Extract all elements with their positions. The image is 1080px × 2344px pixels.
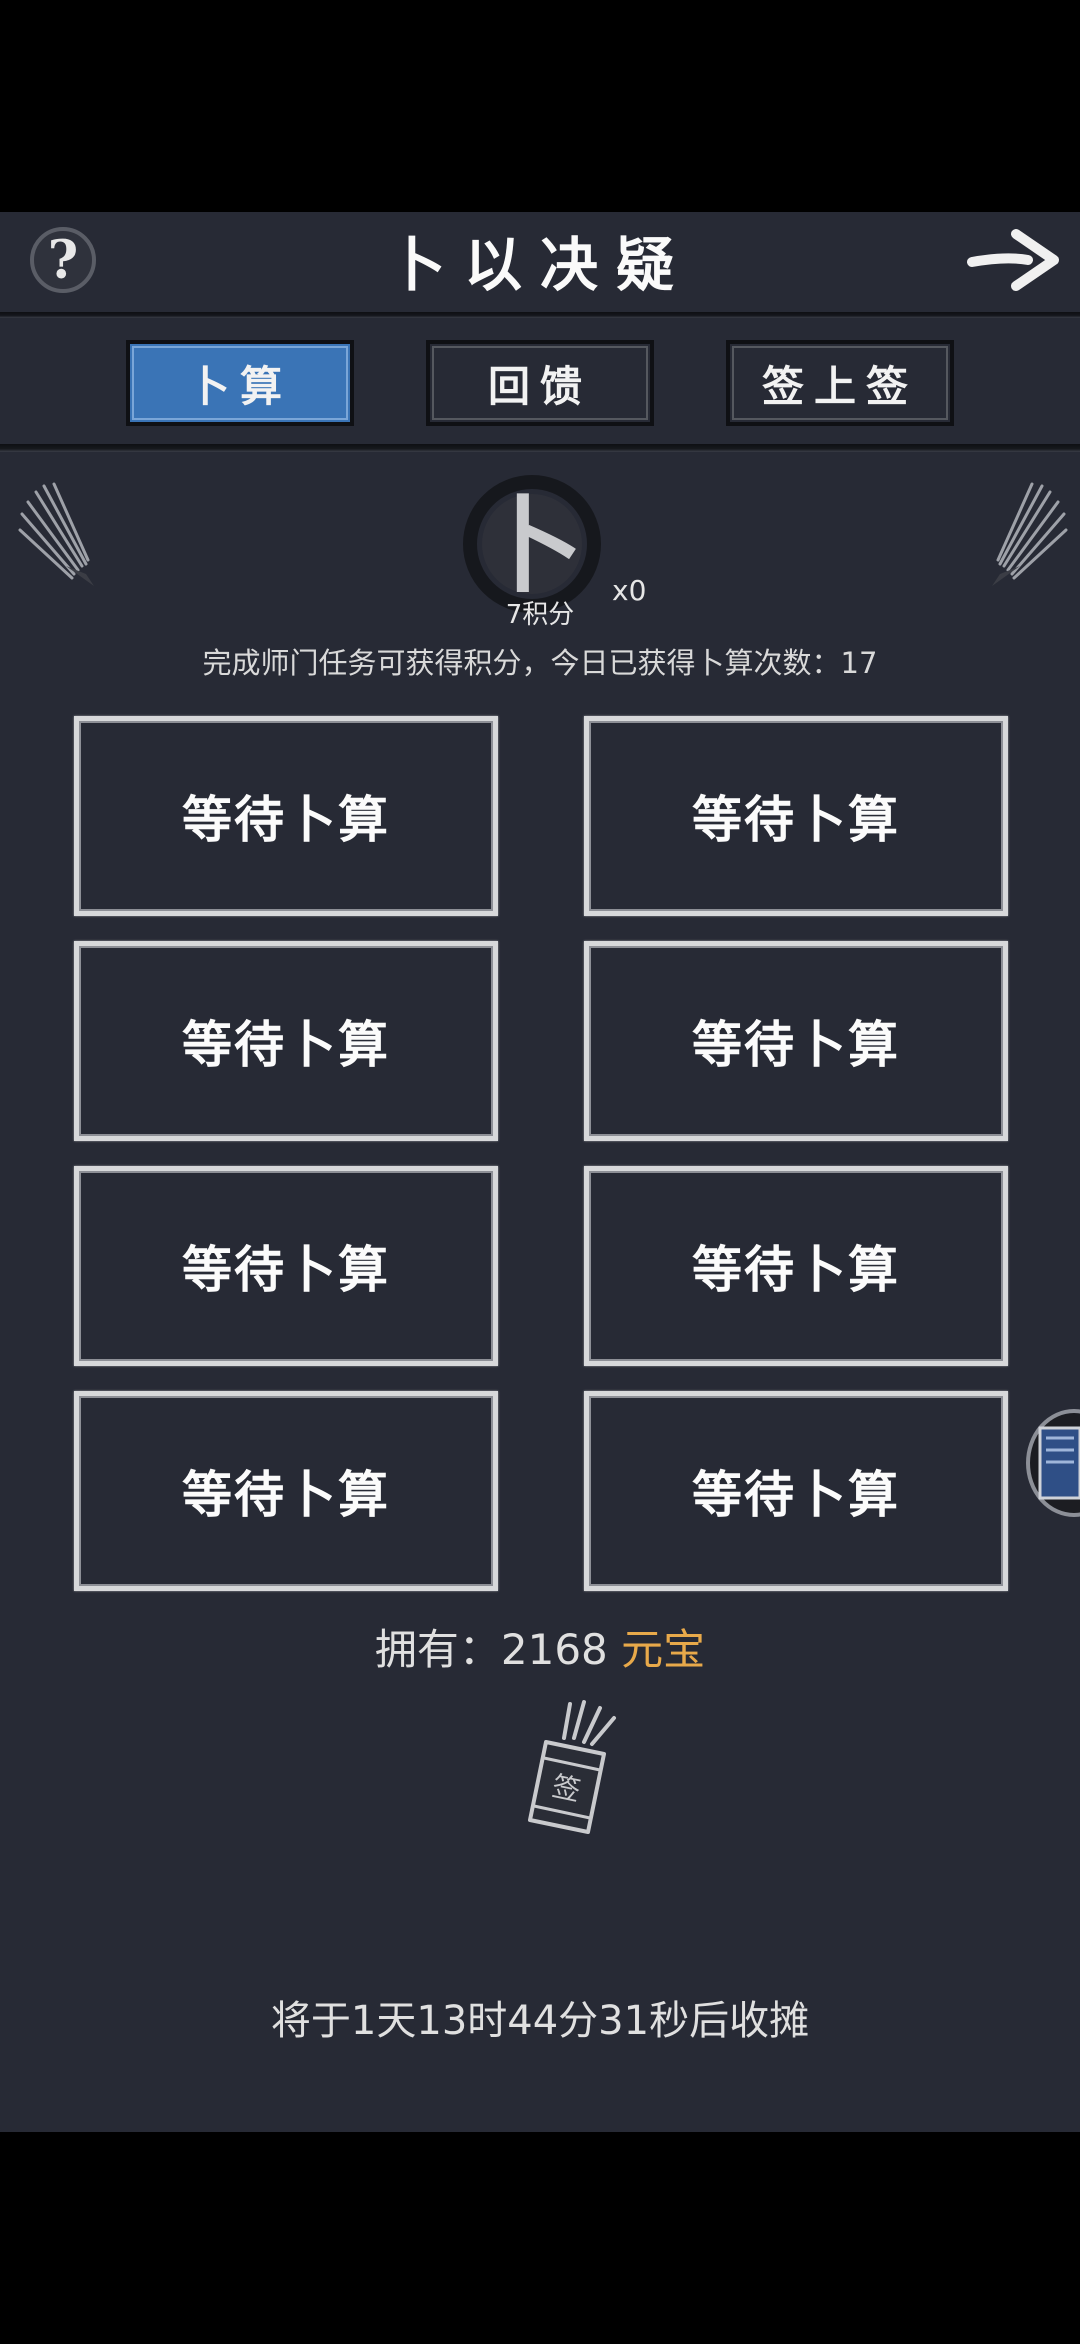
brush-left-icon: [18, 482, 94, 586]
divination-slot[interactable]: 等待卜算: [584, 716, 1008, 916]
multiplier-label: x0: [612, 574, 647, 607]
header-bar: ? 卜以决疑: [0, 212, 1080, 312]
currency-label: 拥有：: [374, 1625, 501, 1674]
divination-slot[interactable]: 等待卜算: [584, 1391, 1008, 1591]
info-text: 完成师门任务可获得积分，今日已获得卜算次数：17: [202, 646, 878, 680]
currency-unit: 元宝: [621, 1625, 706, 1674]
game-screen: ? 卜以决疑 卜算 回馈 签上签 卜 7积分 x0 完成师门任务可获得积分，今日…: [0, 212, 1080, 2132]
header-divider: [0, 312, 1080, 318]
divination-slot[interactable]: 等待卜算: [74, 1391, 498, 1591]
closing-timer: 将于1天13时44分31秒后收摊: [270, 1998, 810, 2044]
tab-lot-draw[interactable]: 签上签: [726, 340, 954, 426]
tab-feedback[interactable]: 回馈: [426, 340, 654, 426]
lot-tube-icon[interactable]: 签: [520, 1698, 630, 1838]
points-label: 7积分: [505, 600, 575, 630]
tab-divination[interactable]: 卜算: [126, 340, 354, 426]
currency-display: 拥有：2168 元宝: [0, 1616, 1080, 1677]
arrow-right-icon[interactable]: [966, 222, 1062, 298]
tabs-divider: [0, 444, 1080, 452]
scroll-book-icon[interactable]: [1024, 1408, 1080, 1518]
divination-slot[interactable]: 等待卜算: [584, 1166, 1008, 1366]
page-title: 卜以决疑: [387, 231, 692, 299]
divination-slot[interactable]: 等待卜算: [584, 941, 1008, 1141]
badge-char: 卜: [480, 484, 584, 607]
currency-amount: 2168: [500, 1625, 608, 1674]
divination-slot[interactable]: 等待卜算: [74, 1166, 498, 1366]
divination-slot[interactable]: 等待卜算: [74, 941, 498, 1141]
divination-slot[interactable]: 等待卜算: [74, 716, 498, 916]
brush-right-icon: [992, 482, 1068, 586]
